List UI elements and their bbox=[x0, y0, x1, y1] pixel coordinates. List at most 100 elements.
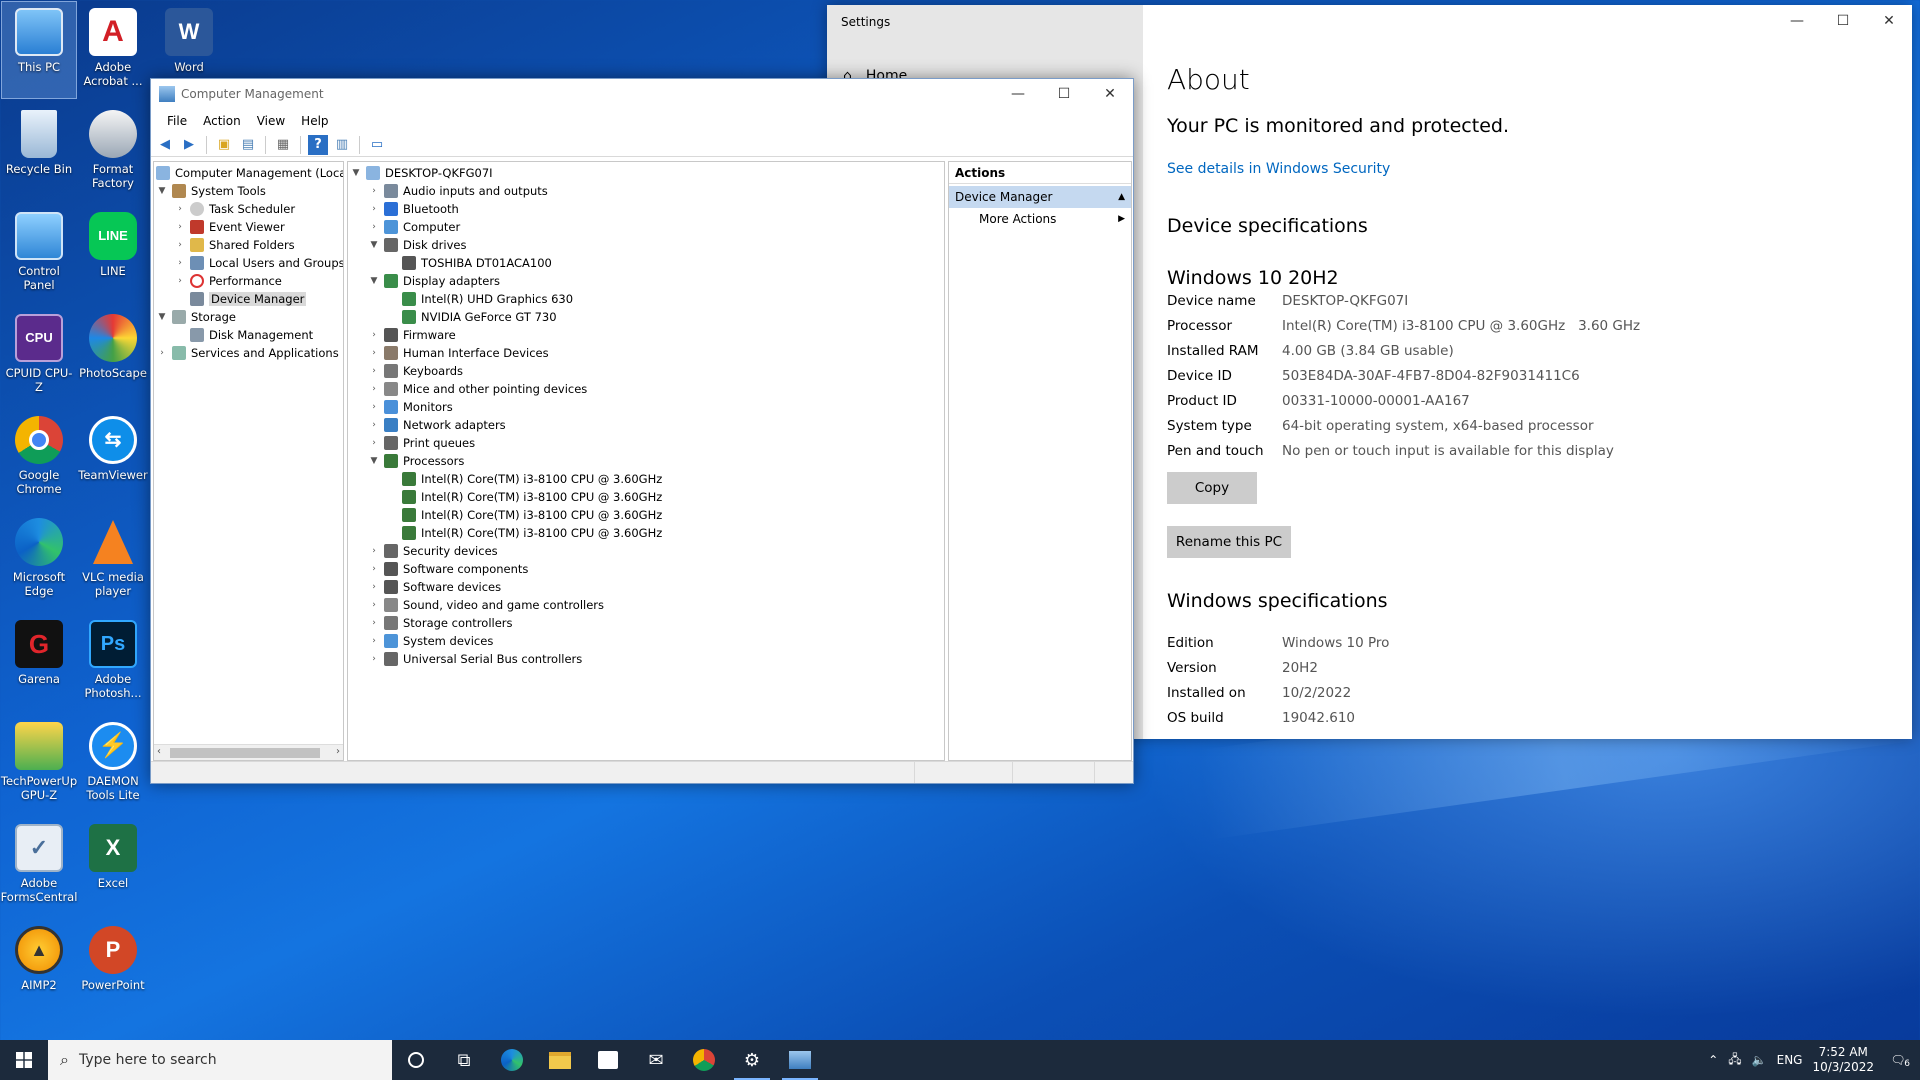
chevron-up-icon[interactable]: ⌃ bbox=[1708, 1053, 1718, 1067]
device-category[interactable]: › Universal Serial Bus controllers bbox=[368, 650, 582, 668]
language-indicator[interactable]: ENG bbox=[1777, 1053, 1803, 1067]
chevron-right-icon[interactable]: › bbox=[368, 582, 380, 592]
device-category[interactable]: › Security devices bbox=[368, 542, 498, 560]
tree-node-system-tools[interactable]: ▼ System Tools bbox=[156, 182, 266, 200]
tree-node-shared-folders[interactable]: › Shared Folders bbox=[174, 236, 295, 254]
chevron-right-icon[interactable]: › bbox=[368, 564, 380, 574]
desktop-icon-format-factory[interactable]: Format Factory bbox=[76, 104, 150, 200]
device-category[interactable]: ▼ Display adapters bbox=[368, 272, 500, 290]
close-button[interactable]: ✕ bbox=[1087, 79, 1133, 109]
device-category[interactable]: › Bluetooth bbox=[368, 200, 459, 218]
tree-node-task-scheduler[interactable]: › Task Scheduler bbox=[174, 200, 295, 218]
rename-pc-button[interactable]: Rename this PC bbox=[1167, 526, 1291, 558]
show-hide-tree-icon[interactable]: ▤ bbox=[238, 135, 258, 155]
chevron-right-icon[interactable]: › bbox=[156, 348, 168, 358]
desktop-icon-teamviewer[interactable]: ⇆ TeamViewer bbox=[76, 410, 150, 506]
more-actions-item[interactable]: More Actions ▶ bbox=[949, 208, 1131, 230]
taskbar-computer-management[interactable] bbox=[776, 1040, 824, 1080]
view-icon[interactable]: ▥ bbox=[332, 135, 352, 155]
desktop-icon-gpu-z[interactable]: TechPowerUp GPU-Z bbox=[1, 716, 77, 812]
chevron-down-icon[interactable]: ▼ bbox=[368, 240, 380, 250]
taskbar-settings[interactable]: ⚙ bbox=[728, 1040, 776, 1080]
chevron-right-icon[interactable]: › bbox=[368, 222, 380, 232]
back-arrow-icon[interactable]: ◀ bbox=[155, 135, 175, 155]
desktop-icon-daemon-tools[interactable]: ⚡ DAEMON Tools Lite bbox=[76, 716, 150, 812]
chevron-right-icon[interactable]: › bbox=[368, 186, 380, 196]
start-button[interactable] bbox=[0, 1040, 48, 1080]
scroll-right-icon[interactable]: › bbox=[336, 746, 340, 757]
collapse-up-icon[interactable]: ▲ bbox=[1118, 192, 1125, 202]
desktop-icon-aimp2[interactable]: ▲ AIMP2 bbox=[2, 920, 76, 1016]
menu-action[interactable]: Action bbox=[195, 114, 249, 128]
chevron-right-icon[interactable]: › bbox=[368, 546, 380, 556]
device-item[interactable]: Intel(R) Core(TM) i3-8100 CPU @ 3.60GHz bbox=[386, 488, 662, 506]
desktop-icon-acrobat[interactable]: A Adobe Acrobat ... bbox=[76, 2, 150, 98]
device-item[interactable]: NVIDIA GeForce GT 730 bbox=[386, 308, 557, 326]
notification-center-button[interactable]: 🗨 6 bbox=[1884, 1053, 1912, 1069]
network-icon[interactable]: 🖧 bbox=[1728, 1050, 1741, 1071]
monitor-icon[interactable]: ▭ bbox=[367, 135, 387, 155]
device-category[interactable]: ▼ Processors bbox=[368, 452, 464, 470]
device-tree-root[interactable]: ▼ DESKTOP-QKFG07I bbox=[350, 164, 493, 182]
chevron-down-icon[interactable]: ▼ bbox=[156, 312, 168, 322]
copy-button[interactable]: Copy bbox=[1167, 472, 1257, 504]
desktop-icon-cpu-z[interactable]: CPU CPUID CPU-Z bbox=[2, 308, 76, 404]
cortana-button[interactable] bbox=[392, 1040, 440, 1080]
chevron-down-icon[interactable]: ▼ bbox=[350, 168, 362, 178]
desktop-icon-vlc[interactable]: VLC media player bbox=[76, 512, 150, 608]
tree-node-services[interactable]: › Services and Applications bbox=[156, 344, 339, 362]
desktop-icon-excel[interactable]: X Excel bbox=[76, 818, 150, 914]
device-item[interactable]: Intel(R) UHD Graphics 630 bbox=[386, 290, 573, 308]
chevron-right-icon[interactable]: › bbox=[368, 402, 380, 412]
device-category[interactable]: › Computer bbox=[368, 218, 460, 236]
chevron-right-icon[interactable]: › bbox=[368, 636, 380, 646]
volume-icon[interactable]: 🔈 bbox=[1752, 1053, 1767, 1067]
menu-help[interactable]: Help bbox=[293, 114, 336, 128]
chevron-right-icon[interactable]: › bbox=[368, 420, 380, 430]
chevron-right-icon[interactable]: › bbox=[174, 276, 186, 286]
device-item[interactable]: TOSHIBA DT01ACA100 bbox=[386, 254, 552, 272]
tree-node-performance[interactable]: › Performance bbox=[174, 272, 282, 290]
device-category[interactable]: › Storage controllers bbox=[368, 614, 513, 632]
menu-view[interactable]: View bbox=[249, 114, 293, 128]
chevron-right-icon[interactable]: › bbox=[368, 384, 380, 394]
desktop-icon-this-pc[interactable]: This PC bbox=[1, 1, 77, 99]
desktop-icon-recycle-bin[interactable]: Recycle Bin bbox=[2, 104, 76, 200]
maximize-button[interactable]: ☐ bbox=[1041, 79, 1087, 109]
chevron-right-icon[interactable]: › bbox=[368, 204, 380, 214]
chevron-right-icon[interactable]: › bbox=[368, 654, 380, 664]
device-item[interactable]: Intel(R) Core(TM) i3-8100 CPU @ 3.60GHz bbox=[386, 524, 662, 542]
device-category[interactable]: › Mice and other pointing devices bbox=[368, 380, 587, 398]
desktop-icon-formscentral[interactable]: ✓ Adobe FormsCentral bbox=[1, 818, 77, 914]
device-category[interactable]: › Audio inputs and outputs bbox=[368, 182, 548, 200]
chevron-down-icon[interactable]: ▼ bbox=[368, 276, 380, 286]
minimize-button[interactable]: — bbox=[995, 79, 1041, 109]
horizontal-scrollbar[interactable]: ‹ › bbox=[154, 744, 343, 760]
chevron-right-icon[interactable]: › bbox=[174, 222, 186, 232]
device-category[interactable]: ▼ Disk drives bbox=[368, 236, 466, 254]
scroll-thumb[interactable] bbox=[170, 748, 320, 758]
forward-arrow-icon[interactable]: ▶ bbox=[179, 135, 199, 155]
desktop-icon-photoshop[interactable]: Ps Adobe Photosh... bbox=[76, 614, 150, 710]
compmgmt-titlebar[interactable]: Computer Management — ☐ ✕ bbox=[151, 79, 1133, 109]
desktop-icon-chrome[interactable]: Google Chrome bbox=[2, 410, 76, 506]
taskbar-file-explorer[interactable] bbox=[536, 1040, 584, 1080]
desktop-icon-photoscape[interactable]: PhotoScape bbox=[76, 308, 150, 404]
device-category[interactable]: › Firmware bbox=[368, 326, 456, 344]
menu-file[interactable]: File bbox=[159, 114, 195, 128]
device-item[interactable]: Intel(R) Core(TM) i3-8100 CPU @ 3.60GHz bbox=[386, 470, 662, 488]
device-category[interactable]: › System devices bbox=[368, 632, 493, 650]
desktop-icon-line[interactable]: LINE LINE bbox=[76, 206, 150, 302]
desktop-icon-control-panel[interactable]: Control Panel bbox=[2, 206, 76, 302]
tree-node-local-users[interactable]: › Local Users and Groups bbox=[174, 254, 343, 272]
tree-node-root[interactable]: Computer Management (Local bbox=[156, 164, 343, 182]
taskbar-mail[interactable]: ✉ bbox=[632, 1040, 680, 1080]
up-folder-icon[interactable]: ▣ bbox=[214, 135, 234, 155]
help-icon[interactable]: ? bbox=[308, 134, 328, 155]
device-category[interactable]: › Keyboards bbox=[368, 362, 463, 380]
chevron-right-icon[interactable]: › bbox=[368, 600, 380, 610]
tree-node-storage[interactable]: ▼ Storage bbox=[156, 308, 236, 326]
chevron-right-icon[interactable]: › bbox=[368, 330, 380, 340]
taskbar-chrome[interactable] bbox=[680, 1040, 728, 1080]
chevron-right-icon[interactable]: › bbox=[368, 438, 380, 448]
